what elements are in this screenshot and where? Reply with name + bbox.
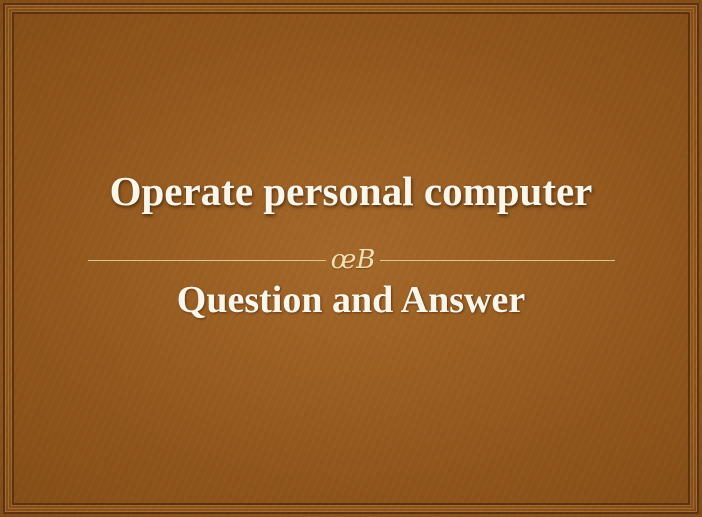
flourish-ornament-icon: œB	[330, 245, 376, 275]
slide: Operate personal computer œB Question an…	[0, 0, 702, 517]
divider-line-left	[88, 260, 326, 261]
slide-subtitle: Question and Answer	[176, 279, 526, 321]
divider-line-right	[380, 260, 615, 261]
slide-title: Operate personal computer	[109, 168, 593, 214]
title-divider: œB	[88, 245, 615, 275]
